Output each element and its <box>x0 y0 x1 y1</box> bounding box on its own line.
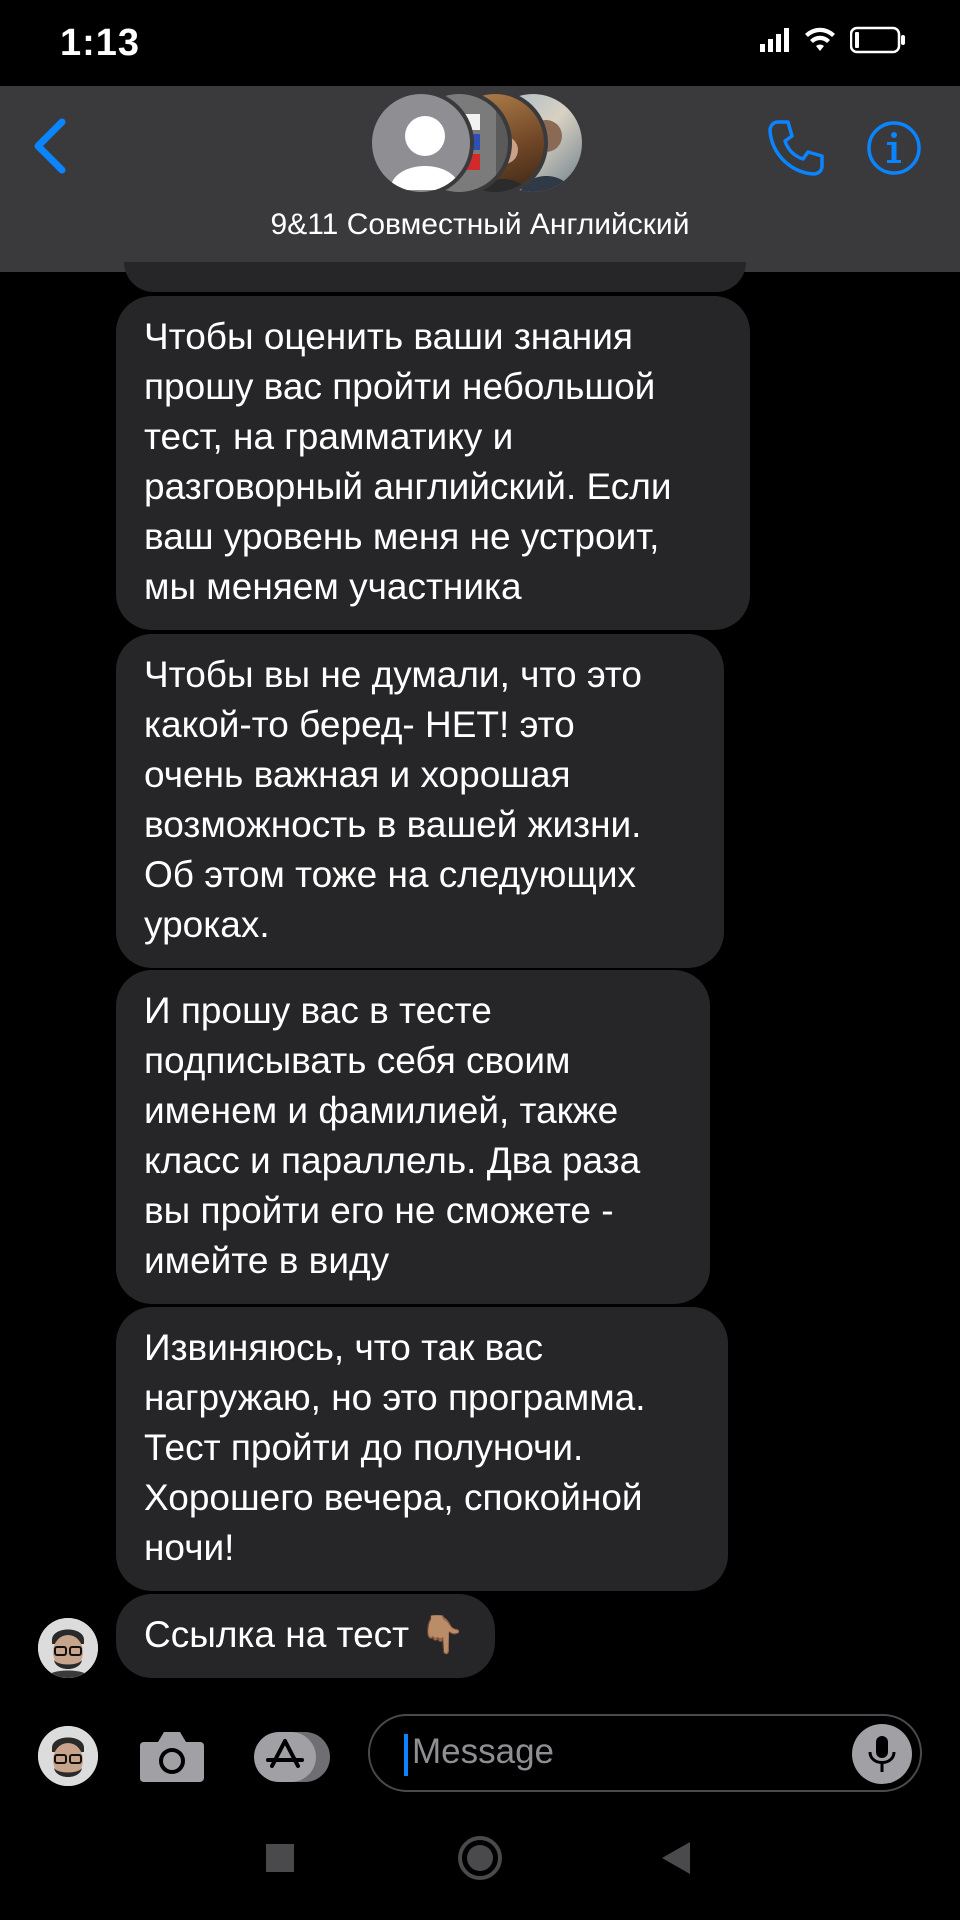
home-button[interactable] <box>456 1834 504 1882</box>
message-bubble[interactable]: Чтобы вы не думали, что это какой-то бер… <box>116 634 724 968</box>
app-store-icon <box>254 1732 330 1782</box>
dictation-button[interactable] <box>852 1724 912 1784</box>
status-time: 1:13 <box>60 22 141 64</box>
conversation-header: 9&11 Совместный Английский <box>0 86 960 272</box>
camera-button[interactable] <box>138 1728 206 1784</box>
message-placeholder: Message <box>412 1732 555 1771</box>
info-button[interactable] <box>866 120 922 176</box>
text-caret <box>404 1734 408 1776</box>
message-input[interactable]: Message <box>368 1714 922 1792</box>
status-bar: 1:13 <box>0 0 960 86</box>
previous-message-bubble-partial <box>124 262 746 292</box>
camera-icon <box>140 1732 204 1782</box>
home-icon <box>458 1836 502 1880</box>
app-store-button[interactable] <box>250 1728 334 1786</box>
memoji-avatar[interactable] <box>38 1726 98 1786</box>
microphone-icon <box>868 1736 896 1772</box>
composer-bar: Message <box>0 1712 960 1802</box>
call-button[interactable] <box>764 116 828 180</box>
phone-icon <box>768 120 824 176</box>
cellular-signal-icon <box>760 28 789 52</box>
wifi-icon <box>805 27 835 51</box>
message-bubble[interactable]: Чтобы оценить ваши знания прошу вас прой… <box>116 296 750 630</box>
battery-icon <box>850 26 905 54</box>
back-button[interactable] <box>30 116 80 176</box>
system-navigation-bar <box>0 1810 960 1920</box>
sender-avatar[interactable] <box>38 1618 98 1678</box>
group-avatar-stack[interactable] <box>368 90 588 200</box>
recent-apps-icon <box>266 1844 294 1872</box>
chevron-left-icon <box>34 118 66 174</box>
back-nav-icon <box>662 1842 690 1874</box>
recent-apps-button[interactable] <box>264 1842 296 1874</box>
member-avatar-placeholder <box>368 90 474 196</box>
group-name[interactable]: 9&11 Совместный Английский <box>0 208 960 242</box>
back-nav-button[interactable] <box>660 1840 692 1876</box>
message-bubble[interactable]: И прошу вас в тесте подписывать себя сво… <box>116 970 710 1304</box>
message-bubble-link[interactable]: Ссылка на тест 👇🏽 <box>116 1594 496 1678</box>
info-icon <box>867 121 921 175</box>
status-icons <box>760 26 906 54</box>
message-bubble[interactable]: Извиняюсь, что так вас нагружаю, но это … <box>116 1307 728 1591</box>
